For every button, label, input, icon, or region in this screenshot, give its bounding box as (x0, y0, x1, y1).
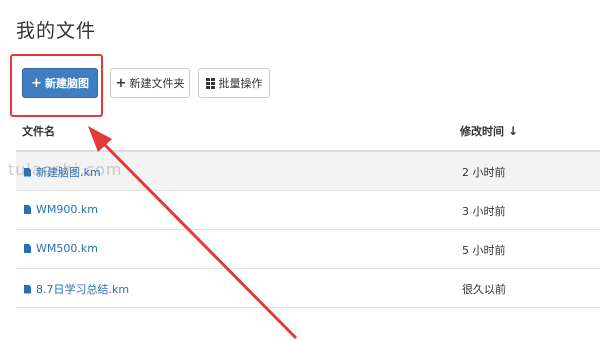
annotation-arrow-shaft (98, 138, 298, 340)
annotation-arrow (88, 126, 298, 340)
file-manager-page: 我的文件 + 新建脑图 + 新建文件夹 批量操作 文件名 修改时间 ↓ 新建脑图.… (0, 0, 600, 340)
